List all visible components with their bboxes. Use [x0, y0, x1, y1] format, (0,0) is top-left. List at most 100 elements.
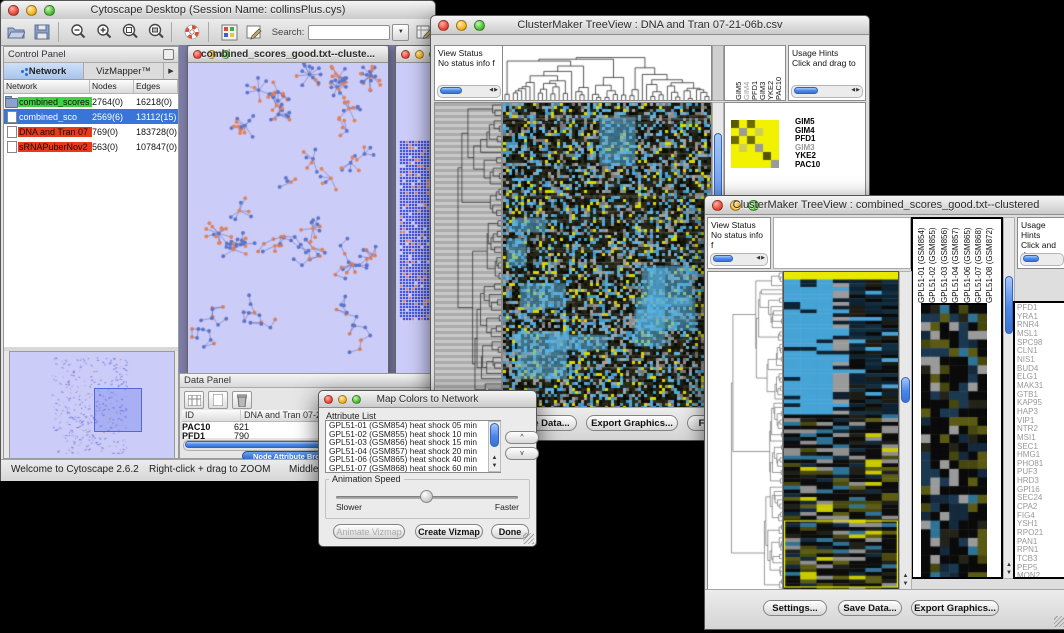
- splitter-strip[interactable]: [712, 45, 724, 101]
- treeview2-heatmap[interactable]: [783, 271, 899, 590]
- open-folder-icon[interactable]: [5, 21, 27, 43]
- gene-column-label[interactable]: GIM5: [735, 46, 743, 100]
- attribute-list: GPL51-01 (GSM854) heat shock 05 minGPL51…: [325, 420, 501, 473]
- toolbar-separator: [171, 22, 172, 42]
- save-icon[interactable]: [31, 21, 53, 43]
- gene-column-labels: GIM5GIM4PFD1GIM3YKE2PAC10: [725, 46, 785, 100]
- close-button[interactable]: [401, 50, 410, 59]
- folder-icon: [4, 96, 18, 107]
- gene-column-label[interactable]: GIM4: [743, 46, 751, 100]
- gene-column-label[interactable]: GIM3: [759, 46, 767, 100]
- toolbar-separator: [208, 22, 209, 42]
- array-column-label[interactable]: GPL51-03 (GSM856): [939, 221, 950, 303]
- zoom-fit-icon[interactable]: [145, 21, 167, 43]
- array-column-label[interactable]: GPL51-01 (GSM854): [916, 221, 927, 303]
- doc-icon: [4, 141, 18, 152]
- search-label: Search:: [272, 27, 305, 38]
- network-row[interactable]: sRNAPuberNov2563(0)107847(0): [4, 139, 178, 154]
- tab-network[interactable]: Network: [4, 63, 84, 79]
- treeview1-usage-hints: Usage HintsClick and drag to ◀▶: [788, 45, 866, 101]
- network-navigator[interactable]: [9, 351, 175, 459]
- float-panel-icon[interactable]: [163, 49, 174, 60]
- settings-button[interactable]: Settings...: [763, 600, 827, 616]
- save-data-button[interactable]: Save Data...: [838, 600, 902, 616]
- array-column-labels: GPL51-01 (GSM854)GPL51-02 (GSM855)GPL51-…: [913, 219, 1001, 303]
- desktop: Cytoscape Desktop (Session Name: collins…: [0, 0, 1064, 633]
- delete-attribute-icon[interactable]: [232, 391, 252, 409]
- treeview1-zoom-row-labels: GIM5GIM4PFD1GIM3YKE2PAC10: [795, 118, 820, 170]
- doc-icon: [4, 111, 18, 122]
- control-panel-tabs: Network VizMapper™ ▶: [4, 63, 178, 80]
- control-panel: Control Panel Network VizMapper™ ▶ Netwo…: [3, 46, 179, 459]
- data-panel-title: Data Panel: [184, 375, 231, 386]
- network-row[interactable]: combined_scores2764(0)16218(0): [4, 94, 178, 109]
- treeview2-zoom-heatmap[interactable]: [921, 303, 987, 579]
- gene-label[interactable]: MON2: [1017, 572, 1064, 579]
- treeview2-titlebar[interactable]: ClusterMaker TreeView : combined_scores_…: [705, 196, 1064, 215]
- array-column-label[interactable]: GPL51-04 (GSM857): [950, 221, 961, 303]
- network-row[interactable]: DNA and Tran 07769(0)183728(0): [4, 124, 178, 139]
- treeview1-heatmap[interactable]: [502, 102, 712, 408]
- gene-column-label[interactable]: PFD1: [751, 46, 759, 100]
- attribute-item[interactable]: GPL51-07 (GSM868) heat shock 60 min: [326, 464, 500, 473]
- array-column-label[interactable]: GPL51-08 (GSM872): [984, 221, 995, 303]
- gene-row-label[interactable]: PAC10: [795, 161, 820, 170]
- main-titlebar[interactable]: Cytoscape Desktop (Session Name: collins…: [1, 1, 435, 20]
- gene-column-label[interactable]: PAC10: [775, 46, 783, 100]
- animate-vizmap-button[interactable]: Animate Vizmap: [333, 524, 405, 539]
- treeview1-view-status: View StatusNo status info f ◀▶: [434, 45, 504, 101]
- array-column-label[interactable]: GPL51-06 (GSM865): [962, 221, 973, 303]
- move-down-button[interactable]: v: [505, 447, 539, 460]
- network-grid-canvas[interactable]: [396, 63, 433, 373]
- network-tab-icon: [21, 70, 24, 73]
- dialog-title: Map Colors to Network: [319, 394, 536, 405]
- tab-overflow-button[interactable]: ▶: [164, 63, 178, 79]
- search-dropdown-button[interactable]: ▼: [392, 24, 409, 41]
- tab-vizmapper[interactable]: VizMapper™: [84, 63, 164, 79]
- usage-hints-hscrollbar[interactable]: [1020, 253, 1064, 266]
- vizmapper-icon[interactable]: [218, 21, 240, 43]
- treeview1-titlebar[interactable]: ClusterMaker TreeView : DNA and Tran 07-…: [431, 16, 869, 35]
- create-vizmap-button[interactable]: Create Vizmap: [415, 524, 483, 539]
- animation-speed-group: Animation Speed Slower Faster: [325, 479, 530, 519]
- view-status-hscrollbar[interactable]: ◀▶: [710, 253, 768, 266]
- resize-grip[interactable]: [523, 533, 534, 544]
- zoom-selected-icon[interactable]: [119, 21, 141, 43]
- annotation-icon[interactable]: [244, 21, 266, 43]
- move-up-button[interactable]: ^: [505, 431, 539, 444]
- treeview2-row-dendrogram[interactable]: [707, 271, 783, 590]
- dialog-titlebar[interactable]: Map Colors to Network: [319, 391, 536, 408]
- select-attributes-icon[interactable]: [184, 391, 204, 409]
- usage-hints-hscrollbar[interactable]: ◀▶: [791, 85, 863, 98]
- resize-grip[interactable]: [1054, 616, 1064, 627]
- treeview2-vscrollbar[interactable]: ▲▼: [899, 271, 912, 590]
- speed-slider[interactable]: [336, 496, 518, 499]
- array-column-label[interactable]: GPL51-02 (GSM855): [927, 221, 938, 303]
- network-window2-titlebar[interactable]: [396, 46, 433, 63]
- treeview1-zoom-column-labels: GIM5GIM4PFD1GIM3YKE2PAC10: [724, 45, 786, 101]
- view-status-hscrollbar[interactable]: ◀▶: [437, 85, 501, 98]
- minimize-button[interactable]: [415, 50, 424, 59]
- treeview2-column-dendrogram[interactable]: [773, 217, 911, 269]
- network-window-titlebar[interactable]: combined_scores_good.txt--cluste...: [188, 46, 388, 63]
- zoom-in-icon[interactable]: [93, 21, 115, 43]
- export-graphics-button[interactable]: Export Graphics...: [911, 600, 999, 616]
- attribute-list-vscrollbar[interactable]: ▲▼: [488, 421, 501, 472]
- main-toolbar: Search: ▼: [1, 19, 435, 46]
- treeview1-title: ClusterMaker TreeView : DNA and Tran 07-…: [431, 19, 869, 31]
- network-graph-canvas[interactable]: [188, 63, 386, 373]
- speed-slider-thumb[interactable]: [420, 490, 433, 503]
- navigator-viewport-rect[interactable]: [94, 388, 142, 432]
- zoom-out-icon[interactable]: [67, 21, 89, 43]
- treeview1-row-dendrogram[interactable]: [434, 102, 502, 408]
- export-graphics-button[interactable]: Export Graphics...: [586, 415, 678, 431]
- search-input[interactable]: [308, 25, 390, 40]
- new-attribute-icon[interactable]: [208, 391, 228, 409]
- treeview1-column-dendrogram[interactable]: [502, 45, 712, 101]
- navigator-canvas[interactable]: [10, 352, 172, 454]
- treeview1-zoom-heatmap[interactable]: [731, 120, 779, 168]
- help-lifesaver-icon[interactable]: [181, 21, 203, 43]
- network-row[interactable]: combined_sco2569(6)13112(15): [4, 109, 178, 124]
- array-column-label[interactable]: GPL51-07 (GSM868): [973, 221, 984, 303]
- gene-column-label[interactable]: YKE2: [767, 46, 775, 100]
